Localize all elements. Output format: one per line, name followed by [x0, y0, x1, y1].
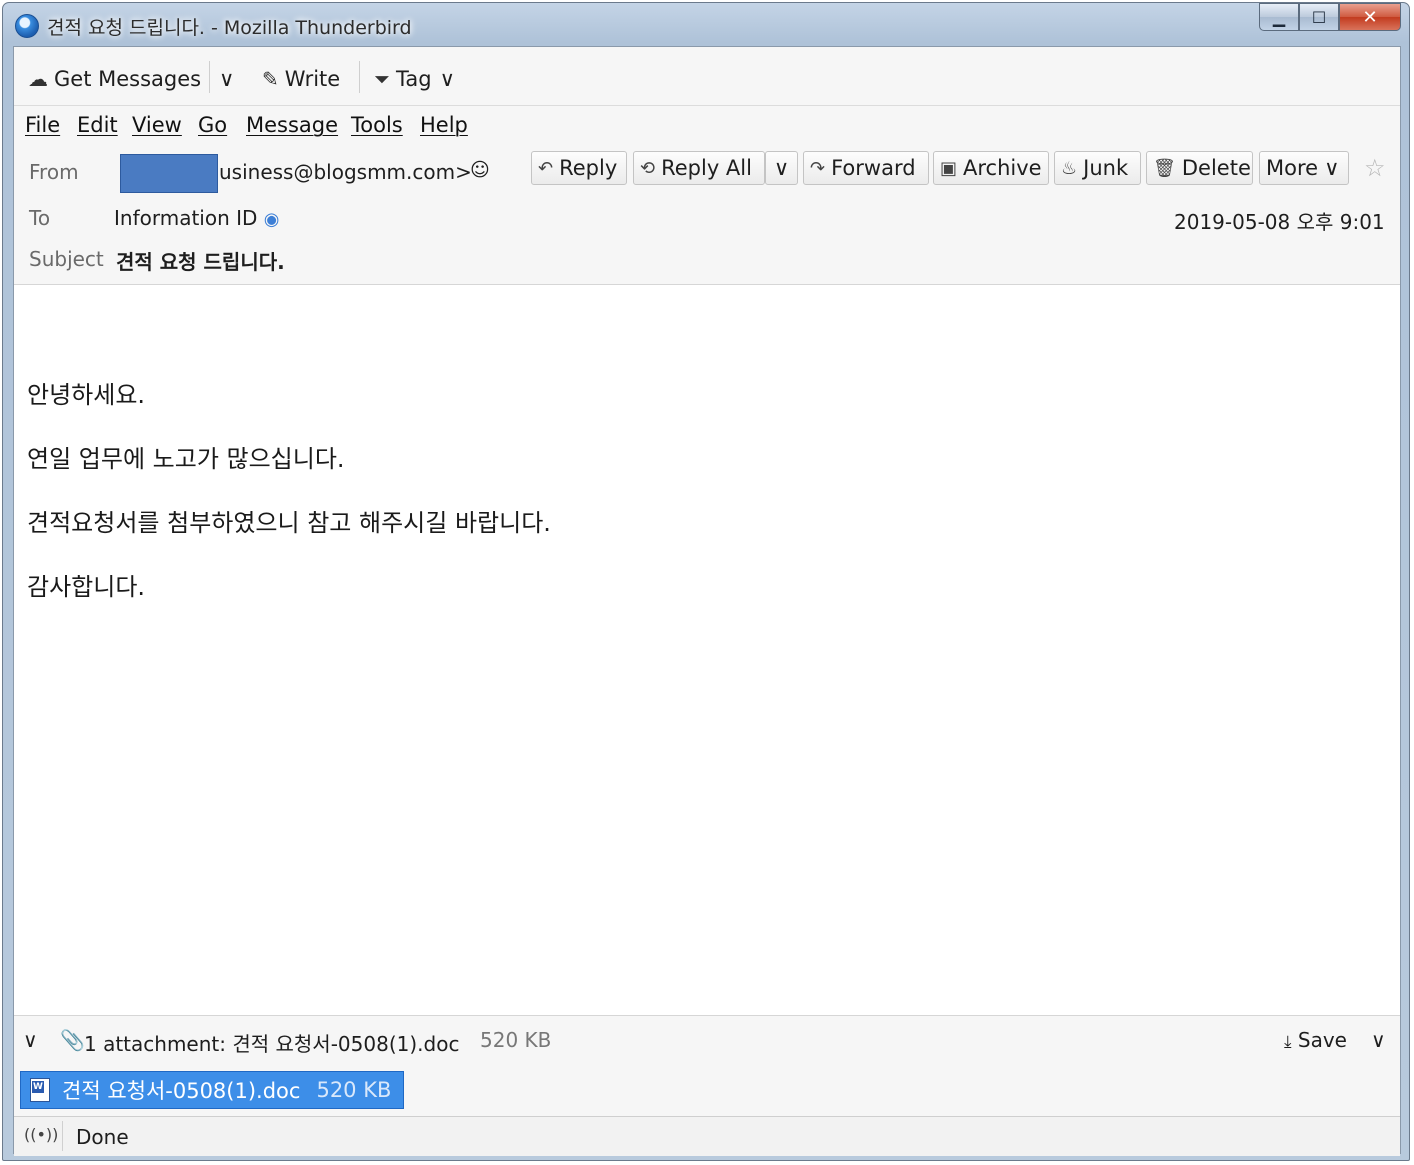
save-button[interactable]: ⤓ Save — [1284, 1028, 1347, 1052]
body-line: 감사합니다. — [27, 573, 146, 601]
menu-help[interactable]: Help — [420, 113, 468, 137]
forward-label: Forward — [831, 156, 916, 180]
reply-all-icon: ⟲ — [640, 157, 656, 179]
write-label: Write — [284, 67, 341, 91]
junk-button[interactable]: ♨ Junk — [1054, 151, 1141, 185]
cloud-download-icon: ☁ — [28, 67, 48, 91]
online-status-icon[interactable]: ((•)) — [24, 1125, 58, 1144]
junk-flame-icon: ♨ — [1061, 157, 1078, 179]
pencil-icon: ✎ — [262, 67, 279, 91]
to-recipient-name: Information ID — [114, 206, 258, 230]
window-title: 견적 요청 드립니다. - Mozilla Thunderbird — [47, 17, 412, 39]
reply-button[interactable]: ↶ Reply — [531, 151, 627, 185]
get-messages-label: Get Messages — [54, 67, 202, 91]
tag-button[interactable]: ⏷ Tag ∨ — [374, 64, 455, 94]
message-header: From usiness@blogsmm.com> ☺ ↶ Reply ⟲ Re… — [14, 146, 1400, 285]
reply-all-dropdown[interactable]: ∨ — [765, 151, 798, 185]
more-label: More — [1266, 156, 1319, 180]
save-label: Save — [1297, 1028, 1347, 1052]
star-icon[interactable]: ☆ — [1364, 154, 1386, 182]
address-book-icon: ◉ — [263, 209, 280, 230]
forward-button[interactable]: ↷ Forward — [803, 151, 929, 185]
download-icon: ⤓ — [1284, 1032, 1292, 1052]
redaction-box — [120, 154, 218, 193]
tag-label: Tag — [396, 67, 432, 91]
delete-button[interactable]: 🗑 Delete — [1146, 151, 1253, 185]
reply-all-label: Reply All — [661, 156, 752, 180]
to-recipient[interactable]: Information ID ◉ — [114, 206, 280, 230]
body-line: 연일 업무에 노고가 많으십니다. — [27, 445, 345, 473]
menu-message[interactable]: Message — [246, 113, 338, 137]
title-bar[interactable]: 견적 요청 드립니다. - Mozilla Thunderbird ▁ ☐ ✕ — [3, 3, 1409, 45]
thunderbird-window: 견적 요청 드립니다. - Mozilla Thunderbird ▁ ☐ ✕ … — [2, 2, 1410, 1161]
menu-go[interactable]: Go — [198, 113, 227, 137]
status-separator — [62, 1121, 63, 1151]
menu-tools[interactable]: Tools — [351, 113, 403, 137]
menu-file[interactable]: File — [25, 113, 60, 137]
message-date: 2019-05-08 오후 9:01 — [1174, 210, 1385, 234]
body-line: 안녕하세요. — [27, 381, 146, 409]
word-document-icon: W — [30, 1078, 50, 1102]
attachment-summary[interactable]: 1 attachment: 견적 요청서-0508(1).doc — [84, 1028, 459, 1057]
tag-icon: ⏷ — [374, 67, 390, 91]
paperclip-icon: 📎 — [60, 1028, 85, 1052]
chevron-down-icon: ∨ — [1324, 156, 1340, 180]
chevron-down-icon: ∨ — [773, 156, 790, 180]
maximize-button[interactable]: ☐ — [1299, 3, 1339, 31]
contact-icon[interactable]: ☺ — [470, 159, 490, 181]
menu-view[interactable]: View — [132, 113, 182, 137]
menu-bar: File Edit View Go Message Tools Help — [14, 106, 1400, 146]
status-text: Done — [76, 1125, 129, 1149]
attachment-toggle[interactable]: ∨ — [23, 1028, 38, 1052]
body-line: 견적요청서를 첨부하였으니 참고 해주시길 바랍니다. — [27, 509, 551, 537]
main-client-area: ☁ Get Messages ∨ ✎ Write ⏷ Tag ∨ File Ed… — [13, 46, 1401, 1156]
menu-edit[interactable]: Edit — [77, 113, 118, 137]
attachment-summary-size: 520 KB — [480, 1028, 552, 1052]
archive-label: Archive — [963, 156, 1042, 180]
get-messages-button[interactable]: ☁ Get Messages — [28, 64, 201, 94]
delete-label: Delete — [1181, 156, 1251, 180]
attachment-item[interactable]: W 견적 요청서-0508(1).doc 520 KB — [20, 1071, 404, 1109]
toolbar-separator — [209, 61, 210, 93]
junk-label: Junk — [1083, 156, 1129, 180]
close-button[interactable]: ✕ — [1339, 3, 1401, 31]
save-dropdown[interactable]: ∨ — [1371, 1028, 1386, 1052]
reply-all-button[interactable]: ⟲ Reply All — [633, 151, 765, 185]
more-button[interactable]: More ∨ — [1259, 151, 1349, 185]
archive-box-icon: ▣ — [940, 157, 958, 179]
thunderbird-app-icon — [15, 14, 39, 38]
trash-icon: 🗑 — [1153, 157, 1176, 179]
window-controls: ▁ ☐ ✕ — [1259, 3, 1401, 33]
main-toolbar: ☁ Get Messages ∨ ✎ Write ⏷ Tag ∨ — [14, 47, 1400, 106]
chevron-down-icon: ∨ — [219, 67, 235, 91]
attachment-name: 견적 요청서-0508(1).doc — [62, 1079, 301, 1103]
message-body[interactable]: 안녕하세요. 연일 업무에 노고가 많으십니다. 견적요청서를 첨부하였으니 참… — [14, 285, 1400, 1015]
archive-button[interactable]: ▣ Archive — [933, 151, 1049, 185]
from-address[interactable]: usiness@blogsmm.com> — [219, 160, 472, 184]
reply-label: Reply — [559, 156, 618, 180]
to-label: To — [29, 206, 51, 230]
status-bar: ((•)) Done — [14, 1116, 1400, 1156]
subject-label: Subject — [29, 247, 104, 271]
write-button[interactable]: ✎ Write — [262, 64, 340, 94]
attachment-bar: ∨ 📎 1 attachment: 견적 요청서-0508(1).doc 520… — [14, 1015, 1400, 1067]
attachment-list: W 견적 요청서-0508(1).doc 520 KB — [14, 1066, 1400, 1116]
from-label: From — [29, 160, 79, 184]
chevron-down-icon: ∨ — [439, 67, 455, 91]
minimize-button[interactable]: ▁ — [1259, 3, 1299, 31]
attachment-size: 520 KB — [316, 1078, 392, 1102]
get-messages-dropdown[interactable]: ∨ — [219, 64, 234, 94]
toolbar-separator — [359, 61, 360, 93]
forward-arrow-icon: ↷ — [810, 157, 826, 179]
subject-value: 견적 요청 드립니다. — [116, 250, 285, 274]
reply-arrow-icon: ↶ — [538, 157, 554, 179]
